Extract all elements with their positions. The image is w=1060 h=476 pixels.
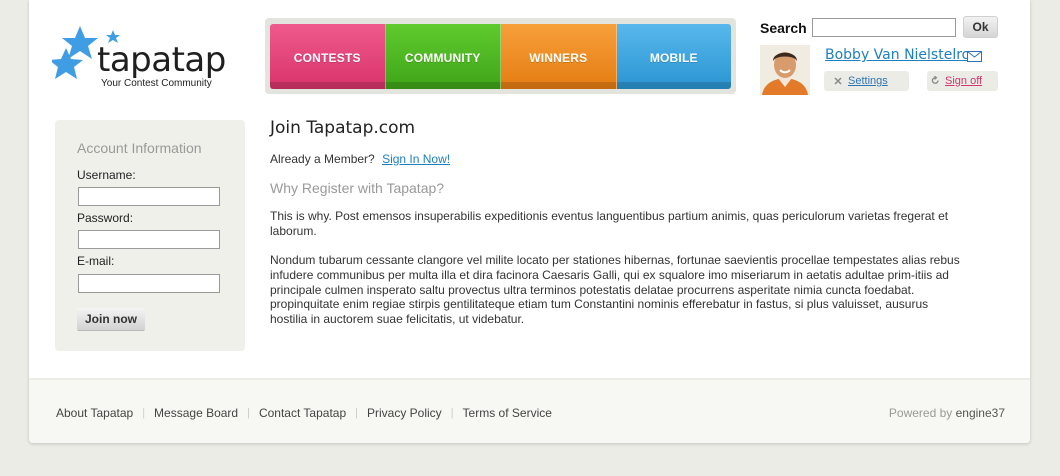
footer: About Tapatap | Message Board | Contact … <box>29 378 1030 443</box>
username-label: Username: <box>77 168 136 182</box>
member-question: Already a Member? <box>270 152 375 166</box>
settings-label: Settings <box>848 75 888 87</box>
account-form: Account Information Username: Password: … <box>55 120 245 351</box>
body-paragraph: Nondum tubarum cessante clangore vel mil… <box>270 253 960 327</box>
footer-separator: | <box>450 407 454 419</box>
avatar[interactable] <box>760 45 810 95</box>
why-register-heading: Why Register with Tapatap? <box>270 180 445 196</box>
powered-prefix: Powered by <box>888 406 953 420</box>
main-nav-items: CONTESTS COMMUNITY WINNERS MOBILE <box>270 24 731 89</box>
signin-link[interactable]: Sign In Now! <box>382 152 450 166</box>
password-label: Password: <box>77 211 134 225</box>
page: tapatap Your Contest Community CONTESTS … <box>29 0 1030 443</box>
footer-separator: | <box>247 407 250 419</box>
footer-links: About Tapatap | Message Board | Contact … <box>56 406 552 420</box>
footer-link-contact[interactable]: Contact Tapatap <box>259 406 346 420</box>
footer-separator: | <box>142 407 146 419</box>
nav-mobile[interactable]: MOBILE <box>616 24 731 89</box>
signoff-label: Sign off <box>945 75 983 87</box>
brand-name: tapatap <box>97 40 226 80</box>
nav-contests[interactable]: CONTESTS <box>270 24 386 89</box>
settings-button[interactable]: Settings <box>824 71 909 91</box>
mail-icon[interactable] <box>967 51 982 62</box>
signoff-button[interactable]: Sign off <box>927 71 998 91</box>
powered-by: Powered by engine37 <box>889 406 1005 420</box>
footer-separator: | <box>355 407 358 419</box>
page-title: Join Tapatap.com <box>270 118 416 138</box>
email-label: E-mail: <box>77 254 115 268</box>
search-input[interactable] <box>812 18 956 37</box>
nav-winners[interactable]: WINNERS <box>501 24 617 89</box>
footer-link-terms[interactable]: Terms of Service <box>463 406 552 420</box>
close-x-icon <box>834 77 842 85</box>
join-now-button[interactable]: Join now <box>77 308 145 330</box>
logo[interactable]: tapatap Your Contest Community <box>52 20 232 90</box>
brand-tagline: Your Contest Community <box>101 78 212 89</box>
password-field[interactable] <box>78 230 220 249</box>
user-name-link[interactable]: Bobby Van Nielstelroy <box>825 47 979 63</box>
powered-brand-link[interactable]: engine37 <box>956 406 1005 420</box>
footer-link-about[interactable]: About Tapatap <box>56 406 133 420</box>
footer-link-privacy[interactable]: Privacy Policy <box>367 406 442 420</box>
nav-community[interactable]: COMMUNITY <box>385 24 501 89</box>
username-field[interactable] <box>78 187 220 206</box>
member-row: Already a Member? Sign In Now! <box>270 152 450 166</box>
email-field[interactable] <box>78 274 220 293</box>
main-nav: CONTESTS COMMUNITY WINNERS MOBILE <box>265 18 736 94</box>
footer-link-message-board[interactable]: Message Board <box>154 406 238 420</box>
refresh-icon <box>931 76 939 84</box>
search-label: Search <box>760 20 807 36</box>
account-form-title: Account Information <box>77 140 202 156</box>
intro-paragraph: This is why. Post emensos insuperabilis … <box>270 209 949 238</box>
user-photo-icon <box>760 45 810 95</box>
search-ok-button[interactable]: Ok <box>963 16 998 38</box>
